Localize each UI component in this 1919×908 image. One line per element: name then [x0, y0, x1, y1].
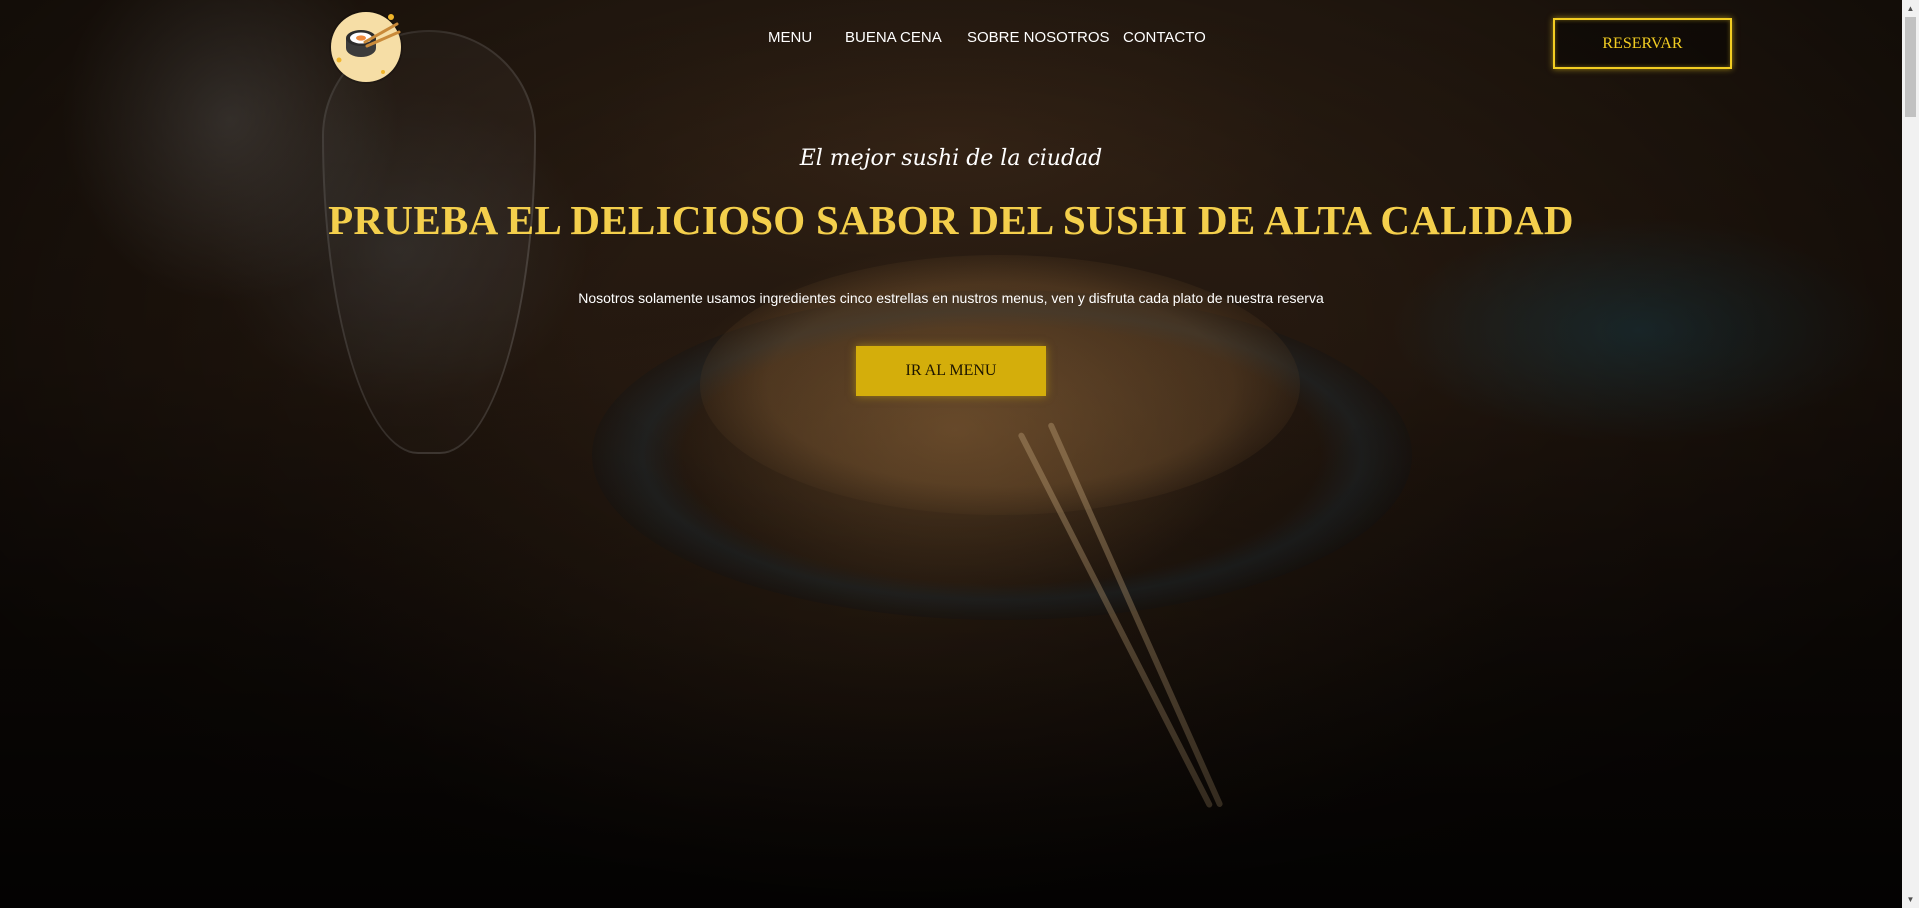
- reserve-button[interactable]: RESERVAR: [1553, 18, 1732, 69]
- nav-item-buena-cena[interactable]: BUENA CENA: [845, 29, 942, 46]
- background-overlay: [0, 0, 1902, 908]
- hero-headline: PRUEBA EL DELICIOSO SABOR DEL SUSHI DE A…: [328, 197, 1574, 243]
- nav-item-sobre-nosotros[interactable]: SOBRE NOSOTROS: [967, 29, 1110, 46]
- hero-tagline: El mejor sushi de la ciudad: [799, 146, 1103, 171]
- scrollbar-thumb[interactable]: [1905, 17, 1916, 117]
- scroll-up-arrow-icon[interactable]: ▲: [1902, 0, 1919, 17]
- nav-item-menu[interactable]: MENU: [768, 29, 812, 46]
- scroll-down-arrow-icon[interactable]: ▼: [1902, 891, 1919, 908]
- page-scrollbar[interactable]: ▲ ▼: [1902, 0, 1919, 908]
- nav-item-contacto[interactable]: CONTACTO: [1123, 29, 1206, 46]
- hero-subtext: Nosotros solamente usamos ingredientes c…: [578, 290, 1324, 306]
- go-to-menu-button[interactable]: IR AL MENU: [856, 346, 1046, 396]
